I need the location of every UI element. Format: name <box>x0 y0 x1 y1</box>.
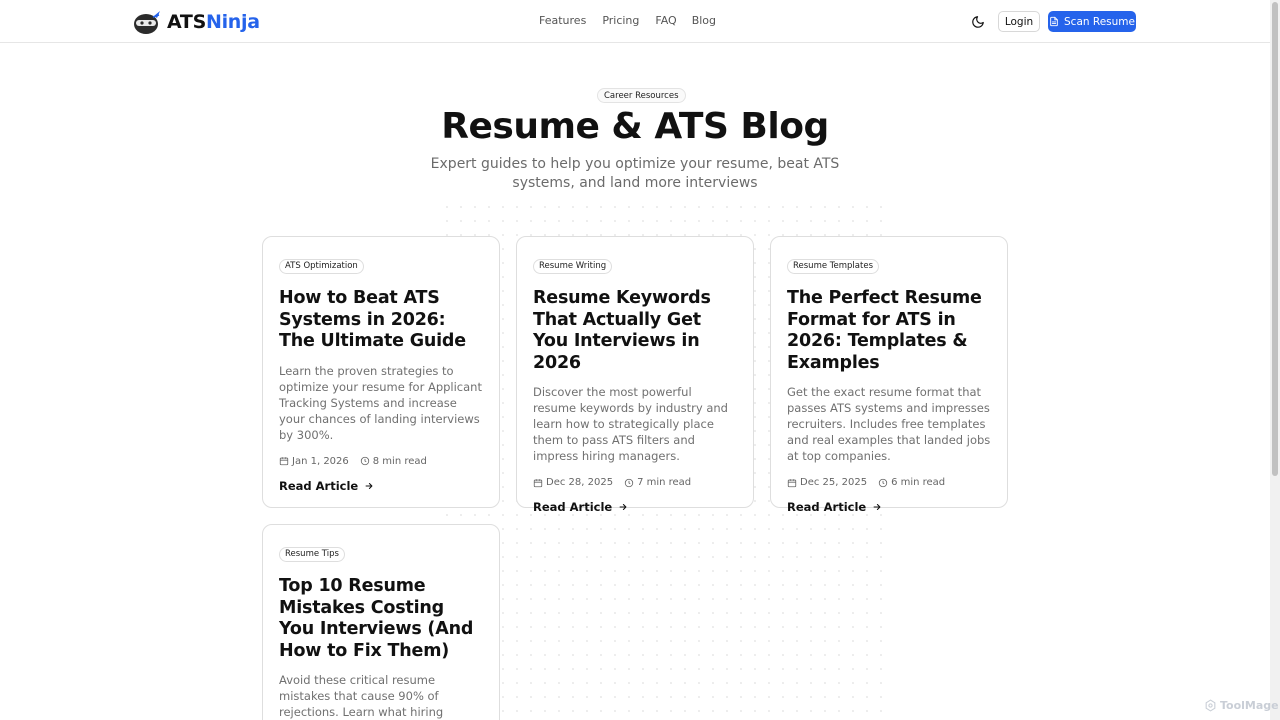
read-article-link[interactable]: Read Article <box>279 479 483 493</box>
clock-icon <box>360 456 369 466</box>
nav-blog[interactable]: Blog <box>692 14 716 27</box>
article-title[interactable]: How to Beat ATS Systems in 2026: The Ult… <box>279 288 483 353</box>
nav-features[interactable]: Features <box>539 14 586 27</box>
article-date: Jan 1, 2026 <box>279 456 349 467</box>
read-article-label: Read Article <box>787 500 867 514</box>
calendar-icon <box>533 478 543 487</box>
calendar-icon <box>787 478 797 487</box>
watermark-text: ToolMage <box>1220 699 1279 712</box>
logo-text: ATSNinja <box>167 11 260 33</box>
login-button[interactable]: Login <box>998 11 1040 32</box>
article-title[interactable]: Top 10 Resume Mistakes Costing You Inter… <box>279 576 483 662</box>
article-read-time: 7 min read <box>624 477 691 488</box>
arrow-right-icon <box>365 482 373 489</box>
arrow-right-icon <box>619 503 627 511</box>
clock-icon <box>878 478 888 487</box>
logo-text-part1: ATS <box>167 11 206 33</box>
theme-toggle-button[interactable] <box>968 12 988 32</box>
scan-resume-label: Scan Resume <box>1064 15 1135 28</box>
read-article-link[interactable]: Read Article <box>787 500 991 514</box>
scrollbar-thumb[interactable] <box>1272 2 1278 476</box>
read-article-label: Read Article <box>279 478 359 493</box>
read-time-text: 6 min read <box>891 477 946 488</box>
article-card[interactable]: Resume Templates The Perfect Resume Form… <box>770 236 1008 514</box>
date-text: Dec 25, 2025 <box>800 477 868 488</box>
main-nav: Features Pricing FAQ Blog <box>539 14 716 27</box>
document-icon <box>1050 16 1058 27</box>
article-date: Dec 28, 2025 <box>533 477 613 488</box>
article-excerpt: Get the exact resume format that passes … <box>787 385 991 463</box>
article-meta: Dec 25, 2025 6 min read <box>787 477 991 488</box>
date-text: Dec 28, 2025 <box>546 477 614 488</box>
category-badge: Resume Writing <box>533 259 613 274</box>
read-article-label: Read Article <box>533 500 613 514</box>
article-excerpt: Learn the proven strategies to optimize … <box>279 363 482 442</box>
nav-pricing[interactable]: Pricing <box>602 14 639 27</box>
article-read-time: 8 min read <box>360 456 427 467</box>
logo[interactable]: ATSNinja <box>133 9 260 35</box>
category-badge: Resume Tips <box>279 547 345 562</box>
toolmage-logo-icon <box>1205 699 1216 712</box>
article-meta: Dec 28, 2025 7 min read <box>533 477 737 488</box>
arrow-right-icon <box>873 503 881 511</box>
read-time-text: 8 min read <box>372 455 427 467</box>
article-excerpt: Avoid these critical resume mistakes tha… <box>279 673 444 719</box>
site-header: ATSNinja Features Pricing FAQ Blog Login… <box>0 0 1270 43</box>
calendar-icon <box>279 457 289 466</box>
category-badge: ATS Optimization <box>279 259 364 274</box>
watermark: ToolMage <box>1204 699 1279 712</box>
read-article-link[interactable]: Read Article <box>533 500 737 514</box>
article-meta: Jan 1, 2026 8 min read <box>279 456 483 467</box>
ninja-logo-icon <box>134 11 160 34</box>
clock-icon <box>624 478 634 487</box>
page-scrollbar[interactable] <box>1270 0 1280 720</box>
read-time-text: 7 min read <box>637 477 692 488</box>
page-subtitle: Expert guides to help you optimize your … <box>430 156 840 191</box>
article-card[interactable]: Resume Tips Top 10 Resume Mistakes Costi… <box>262 524 500 720</box>
category-badge: Resume Templates <box>787 259 879 274</box>
logo-text-part2: Ninja <box>205 11 260 33</box>
moon-icon <box>972 16 984 28</box>
article-card[interactable]: ATS Optimization How to Beat ATS Systems… <box>262 236 500 508</box>
page-title: Resume & ATS Blog <box>441 106 829 147</box>
date-text: Jan 1, 2026 <box>292 455 349 467</box>
article-read-time: 6 min read <box>878 477 945 488</box>
nav-faq[interactable]: FAQ <box>655 14 676 27</box>
article-title[interactable]: Resume Keywords That Actually Get You In… <box>533 288 737 374</box>
article-date: Dec 25, 2025 <box>787 477 867 488</box>
article-excerpt: Discover the most powerful resume keywor… <box>533 385 728 463</box>
scan-resume-button[interactable]: Scan Resume <box>1048 11 1136 32</box>
article-title[interactable]: The Perfect Resume Format for ATS in 202… <box>787 288 991 374</box>
article-card[interactable]: Resume Writing Resume Keywords That Actu… <box>516 236 754 514</box>
section-badge: Career Resources <box>597 88 686 103</box>
